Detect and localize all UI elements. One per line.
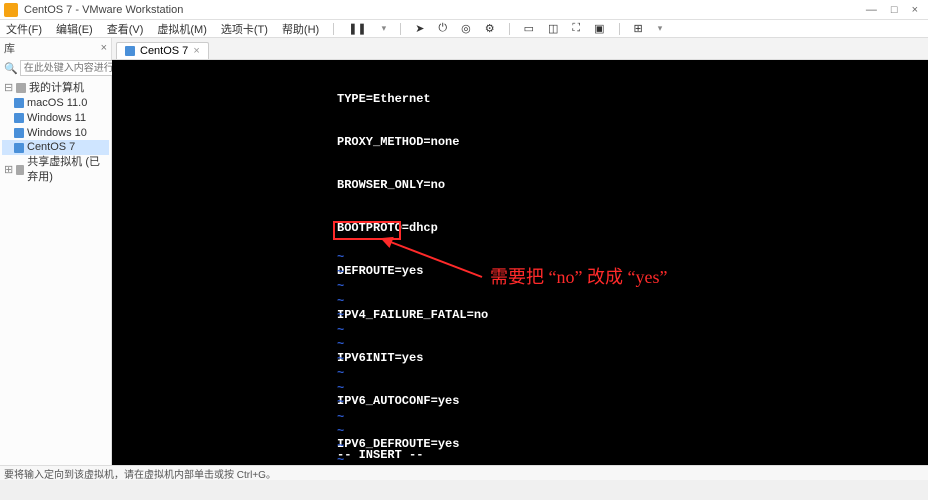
tabs-bar: CentOS 7 × [112,38,928,60]
menu-edit[interactable]: 编辑(E) [56,21,93,37]
annotation-arrow [382,235,492,285]
config-line: IPV4_FAILURE_FATAL=no [337,308,632,322]
sidebar: 库 × 🔍 ⊟ 我的计算机 macOS 11.0 Windows 11 [0,38,112,465]
separator [333,23,334,35]
power-icon[interactable]: ⏻ [438,22,447,35]
vm-icon [14,143,24,153]
tree-item-win11[interactable]: Windows 11 [2,111,109,126]
body: 库 × 🔍 ⊟ 我的计算机 macOS 11.0 Windows 11 [0,38,928,465]
tree-label: 我的计算机 [29,81,84,96]
vm-icon [125,46,135,56]
menu-bar: 文件(F) 编辑(E) 查看(V) 虚拟机(M) 选项卡(T) 帮助(H) ❚❚… [0,20,928,38]
library-icon[interactable]: ⊞ [634,22,643,35]
tree-item-win10[interactable]: Windows 10 [2,126,109,141]
sidebar-title: 库 [4,40,15,56]
tree-label: CentOS 7 [27,140,75,155]
menu-view[interactable]: 查看(V) [107,21,144,37]
terminal[interactable]: TYPE=Ethernet PROXY_METHOD=none BROWSER_… [112,60,928,465]
title-bar: CentOS 7 - VMware Workstation — □ × [0,0,928,20]
config-line: TYPE=Ethernet [337,92,632,106]
menu-vm[interactable]: 虚拟机(M) [157,21,207,37]
tree-label: Windows 10 [27,126,87,141]
close-button[interactable]: × [912,4,918,16]
menu-help[interactable]: 帮助(H) [282,21,319,37]
sidebar-header: 库 × [0,38,111,58]
tree-label: 共享虚拟机 (已弃用) [27,155,109,185]
pause-icon[interactable]: ❚❚ [348,22,366,35]
minimize-button[interactable]: — [866,4,877,16]
main-area: CentOS 7 × TYPE=Ethernet PROXY_METHOD=no… [112,38,928,465]
tree-item-centos[interactable]: CentOS 7 [2,140,109,155]
dropdown-icon[interactable]: ▾ [658,23,663,34]
tree-label: macOS 11.0 [27,96,87,111]
tab-centos[interactable]: CentOS 7 × [116,42,209,59]
settings-icon[interactable]: ⚙ [485,22,495,35]
annotation-text: 需要把 “no” 改成 “yes” [490,263,667,289]
separator [400,23,401,35]
send-icon[interactable]: ➤ [415,22,424,35]
config-line: IPV6_AUTOCONF=yes [337,394,632,408]
shared-icon [16,165,24,175]
config-line: PROXY_METHOD=none [337,135,632,149]
config-line: IPV6INIT=yes [337,351,632,365]
separator [509,23,510,35]
search-wrap: 🔍 [0,58,111,78]
tree-root-shared[interactable]: ⊞ 共享虚拟机 (已弃用) [2,155,109,185]
tab-label: CentOS 7 [140,45,188,57]
vm-tree: ⊟ 我的计算机 macOS 11.0 Windows 11 Windows 10… [0,78,111,188]
fit-icon[interactable]: ▭ [524,22,534,35]
tree-root-mycomputer[interactable]: ⊟ 我的计算机 [2,81,109,96]
vi-mode-indicator: -- INSERT -- [337,448,423,462]
tree-label: Windows 11 [27,111,86,126]
sidebar-close-icon[interactable]: × [101,42,107,54]
window-controls: — □ × [866,4,924,16]
vi-tildes: ~~~~~~~~~~~~~~~~ [337,250,344,465]
tree-item-macos[interactable]: macOS 11.0 [2,96,109,111]
app-icon [4,3,18,17]
vm-icon [14,98,24,108]
search-icon[interactable]: 🔍 [4,62,18,75]
config-line: BROWSER_ONLY=no [337,178,632,192]
separator [619,23,620,35]
maximize-button[interactable]: □ [891,4,898,16]
collapse-icon[interactable]: ⊟ [4,81,13,96]
snapshot-icon[interactable]: ◎ [461,22,471,35]
vm-icon [14,128,24,138]
fullscreen-icon[interactable]: ⛶ [572,22,580,35]
unity-icon[interactable]: ◫ [548,22,558,35]
status-text: 要将输入定向到该虚拟机，请在虚拟机内部单击或按 Ctrl+G。 [4,466,276,481]
window-title: CentOS 7 - VMware Workstation [24,4,866,16]
expand-icon[interactable]: ⊞ [4,163,13,178]
dropdown-icon[interactable]: ▾ [382,23,387,34]
vm-icon [14,113,24,123]
menu-tabs[interactable]: 选项卡(T) [221,21,268,37]
menu-file[interactable]: 文件(F) [6,21,42,37]
computer-icon [16,83,26,93]
status-bar: 要将输入定向到该虚拟机，请在虚拟机内部单击或按 Ctrl+G。 [0,465,928,480]
tab-close-icon[interactable]: × [193,45,199,57]
thumbnail-icon[interactable]: ▣ [594,22,604,35]
